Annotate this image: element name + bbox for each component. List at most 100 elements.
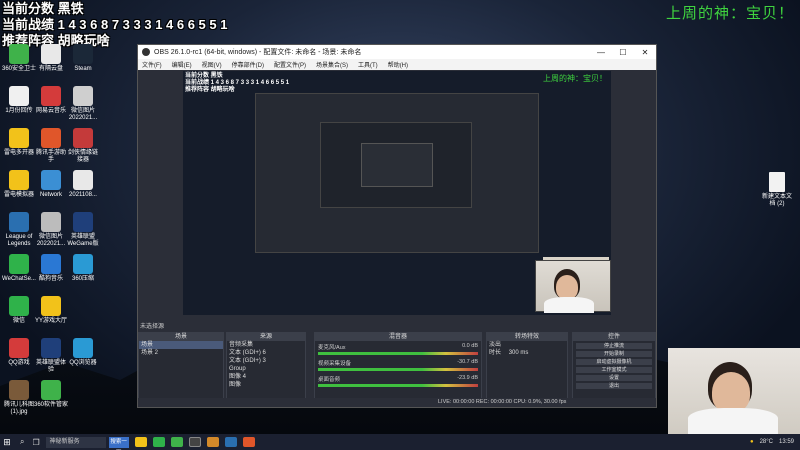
desktop-icon[interactable]: 微信图片 2022021...	[34, 212, 68, 248]
desktop-icon[interactable]: 英雄联盟体验	[34, 338, 68, 374]
desktop-icon[interactable]: 微信图片 2022021...	[66, 86, 100, 122]
close-button[interactable]: ✕	[634, 48, 656, 57]
webcam-overlay-small	[535, 260, 611, 313]
mixer-channel-name: 视频采集设备	[318, 361, 352, 367]
app-icon	[73, 128, 93, 148]
transition-duration-value: 300 ms	[508, 350, 529, 356]
desktop-icon-label: 雷电模拟器	[3, 192, 34, 198]
desktop-icon-label: 网易云音乐	[35, 108, 66, 114]
desktop-icon[interactable]: QQ浏览器	[66, 338, 100, 367]
transition-type-select[interactable]: 淡出	[487, 341, 567, 349]
desktop-icon[interactable]: 雷电多开器	[2, 128, 36, 157]
desktop-icon-label: 腾讯儿科图 (1).jpg	[3, 402, 34, 415]
source-item[interactable]: Group	[227, 365, 305, 373]
obs-menu-item[interactable]: 配置文件(P)	[274, 60, 306, 69]
desktop-icon-label: 英雄联盟体验	[35, 360, 66, 373]
desktop-icon[interactable]: 1月份回传	[2, 86, 36, 115]
obs-window[interactable]: OBS 26.1.0-rc1 (64-bit, windows) - 配置文件:…	[137, 44, 657, 408]
studio-mode-button[interactable]: 工作室模式	[576, 367, 652, 373]
desktop-icon[interactable]: 酷狗音乐	[34, 254, 68, 283]
obs-menu-item[interactable]: 帮助(H)	[388, 60, 408, 69]
volume-meter	[318, 352, 478, 355]
start-recording-button[interactable]: 开始录制	[576, 351, 652, 357]
desktop-icon[interactable]: 腾讯儿科图 (1).jpg	[2, 380, 36, 416]
scenes-dock: 场景 场景 场景 2	[138, 332, 224, 402]
clock-text[interactable]: 13:59	[779, 439, 794, 445]
desktop-icon[interactable]: League of Legends	[2, 212, 36, 248]
obs-taskbar-icon[interactable]	[188, 437, 201, 447]
taskbar-search-input[interactable]: 神秘新服务	[45, 436, 106, 448]
desktop-icon[interactable]: 2021108...	[66, 170, 100, 199]
nested-preview-2	[320, 122, 472, 208]
desktop-icon-label: 剑侠情缘链接器	[67, 150, 98, 163]
source-item[interactable]: 文本 (GDI+) 6	[227, 349, 305, 357]
nested-preview-3	[361, 143, 433, 187]
desktop-icon[interactable]: 雷电模拟器	[2, 170, 36, 199]
taskbar-search-button[interactable]: 搜索一下	[108, 436, 129, 450]
source-item[interactable]: 音频采集	[227, 341, 305, 349]
file-explorer-icon[interactable]	[134, 437, 147, 447]
app-icon[interactable]	[224, 437, 237, 447]
360-browser-icon[interactable]	[170, 437, 183, 447]
desktop-icon-label: League of Legends	[5, 234, 33, 247]
desktop-icon[interactable]: 微信	[2, 296, 36, 325]
start-button[interactable]: ⊞	[0, 437, 14, 448]
desktop-file-text-doc[interactable]: 新建文本文档 (2)	[760, 172, 794, 208]
desktop-icon[interactable]: 有隔云盘	[34, 44, 68, 73]
start-virtual-camera-button[interactable]: 启动虚拟摄像机	[576, 359, 652, 365]
mixer-channel[interactable]: 桌面音频 -23.9 dB	[315, 373, 481, 389]
desktop-icon-label: 酷狗音乐	[38, 276, 63, 282]
stream-overlay-score: 当前分数 黑铁	[2, 1, 84, 16]
obs-title-bar[interactable]: OBS 26.1.0-rc1 (64-bit, windows) - 配置文件:…	[138, 45, 656, 59]
app-icon[interactable]	[242, 437, 255, 447]
mixer-channel[interactable]: 麦克风/Aux 0.0 dB	[315, 341, 481, 357]
obs-menu-item[interactable]: 工具(T)	[358, 60, 378, 69]
wechat-icon[interactable]	[152, 437, 165, 447]
settings-button[interactable]: 设置	[576, 375, 652, 381]
obs-menu-item[interactable]: 编辑(E)	[172, 60, 192, 69]
obs-menu-item[interactable]: 文件(F)	[142, 60, 162, 69]
folder-icon[interactable]	[206, 437, 219, 447]
desktop-icon[interactable]: 网易云音乐	[34, 86, 68, 115]
obs-menu-item[interactable]: 停靠部件(D)	[232, 60, 264, 69]
mixer-channel-db: -30.7 dB	[457, 359, 478, 365]
obs-menu-item[interactable]: 视图(V)	[202, 60, 222, 69]
app-icon	[9, 170, 29, 190]
source-item[interactable]: 图像	[227, 381, 305, 389]
desktop-icon[interactable]: 剑侠情缘链接器	[66, 128, 100, 164]
scene-item[interactable]: 场景	[139, 341, 223, 349]
sources-dock-title: 来源	[227, 333, 305, 341]
no-source-label: 未选择源	[140, 324, 165, 330]
desktop-icon-label: 腾讯手游助手	[35, 150, 66, 163]
app-icon	[73, 44, 93, 64]
desktop-icon[interactable]: 腾讯手游助手	[34, 128, 68, 164]
task-view-icon[interactable]: ❐	[32, 438, 39, 447]
app-icon	[41, 128, 61, 148]
desktop-icon[interactable]: WeChatSe...	[2, 254, 36, 283]
desktop-icon[interactable]: Network	[34, 170, 68, 199]
maximize-button[interactable]: ☐	[612, 48, 634, 57]
desktop-icon[interactable]: 360软件管家	[34, 380, 68, 409]
search-icon[interactable]: ⌕	[20, 437, 24, 447]
scene-item[interactable]: 场景 2	[139, 349, 223, 357]
transition-duration[interactable]: 时长 300 ms	[487, 349, 567, 357]
app-icon	[73, 254, 93, 274]
source-item[interactable]: 图像 4	[227, 373, 305, 381]
desktop-icon[interactable]: 360安全卫士	[2, 44, 36, 73]
desktop-icon[interactable]: 360压缩	[66, 254, 100, 283]
exit-button[interactable]: 退出	[576, 383, 652, 389]
obs-logo-icon	[142, 48, 150, 56]
desktop-icon[interactable]: QQ游戏	[2, 338, 36, 367]
desktop-icon[interactable]: 英雄联盟 WeGame版	[66, 212, 100, 248]
scenes-dock-title: 场景	[139, 333, 223, 341]
obs-menu-item[interactable]: 场景集合(S)	[316, 60, 348, 69]
desktop-icon[interactable]: Steam	[66, 44, 100, 73]
stop-streaming-button[interactable]: 停止推流	[576, 343, 652, 349]
minimize-button[interactable]: —	[590, 48, 612, 57]
desktop-icon[interactable]: YY游戏大厅	[34, 296, 68, 325]
desktop-icon-label: 360压缩	[71, 276, 94, 282]
source-item[interactable]: 文本 (GDI+) 3	[227, 357, 305, 365]
app-icon	[41, 254, 61, 274]
mixer-channel[interactable]: 视频采集设备 -30.7 dB	[315, 357, 481, 373]
desktop-icon-label: 英雄联盟 WeGame版	[67, 234, 99, 247]
